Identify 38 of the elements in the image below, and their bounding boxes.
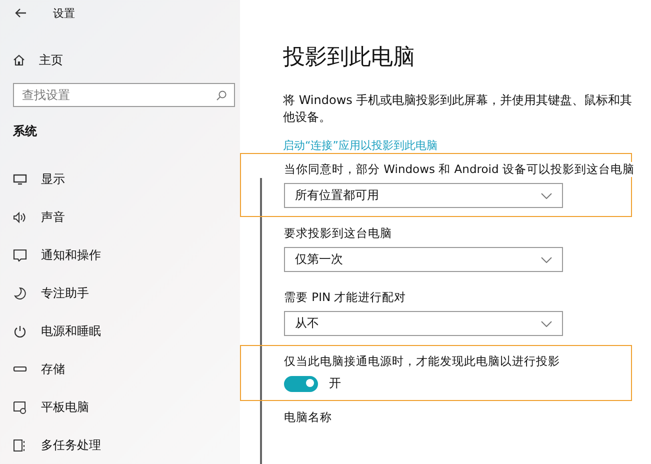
- section-heading: 系统: [13, 123, 37, 140]
- home-item[interactable]: 主页: [13, 49, 63, 71]
- setting-label: 需要 PIN 才能进行配对: [284, 290, 406, 305]
- monitor-icon: [13, 172, 27, 186]
- sidebar-item[interactable]: 存储: [13, 350, 65, 388]
- sidebar-item[interactable]: 显示: [13, 160, 65, 198]
- window-title: 设置: [53, 6, 75, 20]
- speaker-icon: [13, 210, 27, 224]
- setting-label: 要求投影到这台电脑: [284, 226, 392, 241]
- back-arrow-icon[interactable]: [15, 8, 27, 18]
- moon-icon: [13, 286, 27, 300]
- setting-label: 当你同意时，部分 Windows 和 Android 设备可以投影到这台电脑: [284, 162, 634, 177]
- home-icon: [13, 54, 25, 66]
- setting-label: 电脑名称: [284, 410, 332, 425]
- sidebar-item[interactable]: 专注助手: [13, 274, 89, 312]
- multitask-icon: [13, 438, 27, 452]
- page-title: 投影到此电脑: [283, 44, 415, 72]
- dropdown[interactable]: 从不: [284, 311, 563, 336]
- search-icon: [216, 90, 227, 100]
- chevron-down-icon: [541, 256, 552, 262]
- dropdown[interactable]: 仅第一次: [284, 247, 563, 272]
- sidebar-item[interactable]: 平板电脑: [13, 388, 89, 426]
- dropdown[interactable]: 所有位置都可用: [284, 183, 563, 208]
- message-icon: [13, 248, 27, 262]
- sidebar-item[interactable]: 通知和操作: [13, 236, 101, 274]
- chevron-down-icon: [541, 320, 552, 326]
- sidebar-item[interactable]: 多任务处理: [13, 426, 101, 464]
- sidebar-item[interactable]: 电源和睡眠: [13, 312, 101, 350]
- description-text: 将 Windows 手机或电脑投影到此屏幕，并使用其键盘、鼠标和其他设备。: [283, 92, 634, 126]
- toggle-state-label: 开: [329, 375, 341, 392]
- setting-label: 仅当此电脑接通电源时，才能发现此电脑以进行投影: [284, 354, 560, 369]
- power-icon: [13, 324, 27, 338]
- toggle-switch[interactable]: [284, 376, 318, 392]
- tablet-icon: [13, 400, 27, 414]
- chevron-down-icon: [541, 192, 552, 198]
- sidebar-item[interactable]: 声音: [13, 198, 65, 236]
- search-field[interactable]: 查找设置: [13, 83, 235, 107]
- scrollbar[interactable]: [260, 178, 262, 464]
